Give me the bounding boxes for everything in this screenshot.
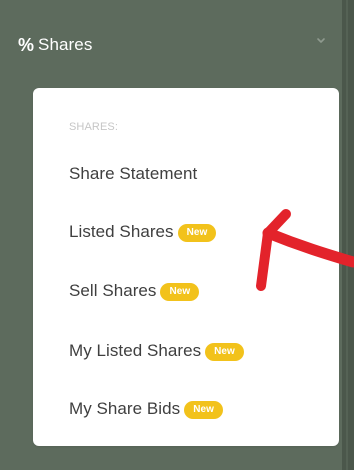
shares-menu-title: Shares [38, 35, 93, 54]
menu-item-label: My Share Bids [69, 399, 181, 418]
new-badge: New [177, 224, 217, 242]
menu-item-sell-shares[interactable]: Sell Shares New [69, 277, 200, 305]
new-badge: New [160, 283, 200, 301]
menu-item-label: Listed Shares [69, 222, 174, 241]
section-label-shares: SHARES: [69, 121, 118, 133]
chevron-down-icon[interactable] [316, 36, 326, 46]
shares-dropdown: SHARES: Share Statement Listed Shares Ne… [33, 88, 339, 446]
menu-item-share-statement[interactable]: Share Statement [69, 160, 197, 188]
menu-item-my-listed-shares[interactable]: My Listed Shares New [69, 337, 244, 365]
percent-icon: % [18, 35, 35, 55]
shares-menu-header[interactable]: % Shares [0, 0, 354, 85]
new-badge: New [184, 401, 223, 419]
menu-item-my-share-bids[interactable]: My Share Bids New [69, 395, 223, 423]
menu-item-label: My Listed Shares [69, 341, 202, 360]
menu-item-listed-shares[interactable]: Listed Shares New [69, 218, 217, 246]
menu-item-label: Share Statement [69, 164, 198, 183]
new-badge: New [205, 343, 244, 361]
menu-item-label: Sell Shares [69, 281, 157, 300]
